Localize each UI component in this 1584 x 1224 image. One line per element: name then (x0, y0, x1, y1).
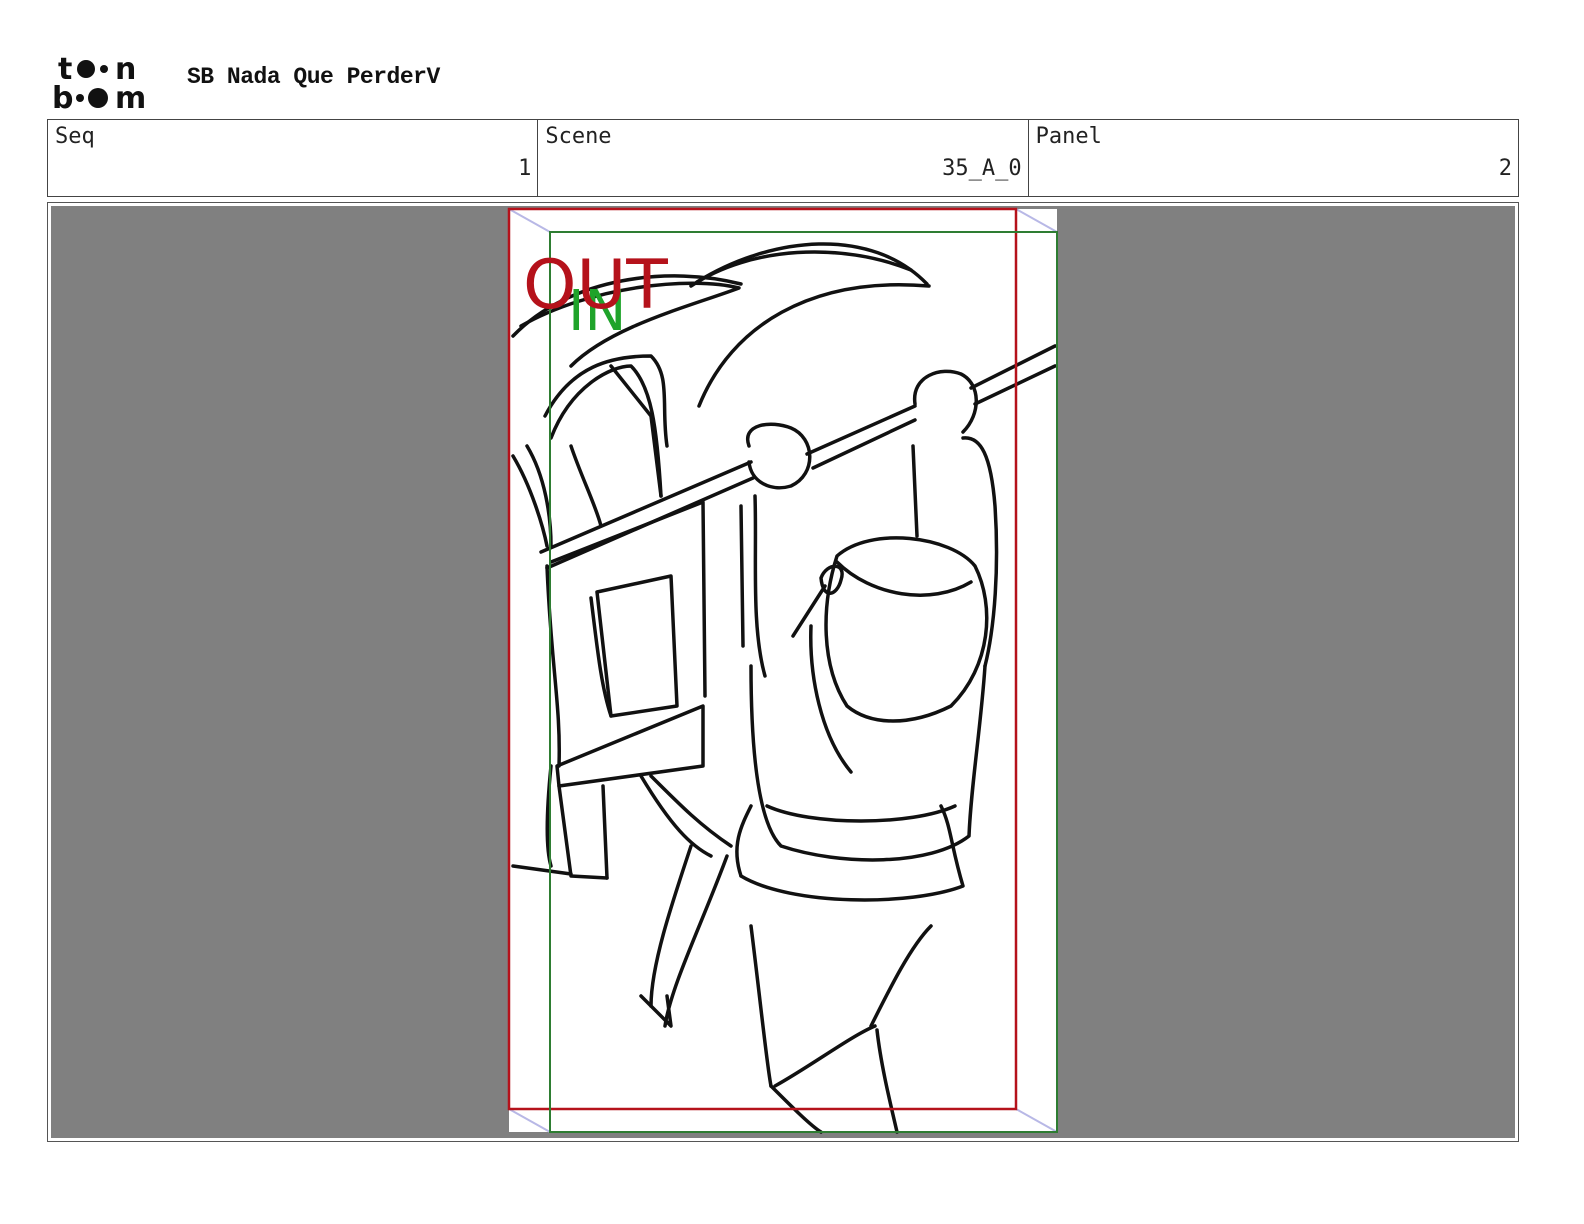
seq-label: Seq (55, 124, 95, 149)
info-table: Seq 1 Scene 35_A_0 Panel 2 (47, 119, 1519, 197)
project-title: SB Nada Que PerderV (187, 64, 440, 90)
svg-text:m: m (115, 81, 146, 112)
seq-cell: Seq 1 (48, 120, 539, 196)
storyboard-sketch: IN OUT (507, 207, 1058, 1134)
out-label: OUT (523, 246, 668, 325)
panel-value: 2 (1498, 156, 1512, 181)
panel-label: Panel (1035, 124, 1102, 149)
scene-cell: Scene 35_A_0 (538, 120, 1029, 196)
toonboom-logo: t n b m (52, 52, 146, 112)
scene-label: Scene (545, 124, 612, 149)
panel-frame: IN OUT (47, 202, 1519, 1142)
svg-text:b: b (52, 81, 73, 112)
panel-cell: Panel 2 (1029, 120, 1518, 196)
seq-value: 1 (518, 156, 532, 181)
panel-area: IN OUT (51, 206, 1515, 1138)
scene-value: 35_A_0 (942, 156, 1022, 181)
